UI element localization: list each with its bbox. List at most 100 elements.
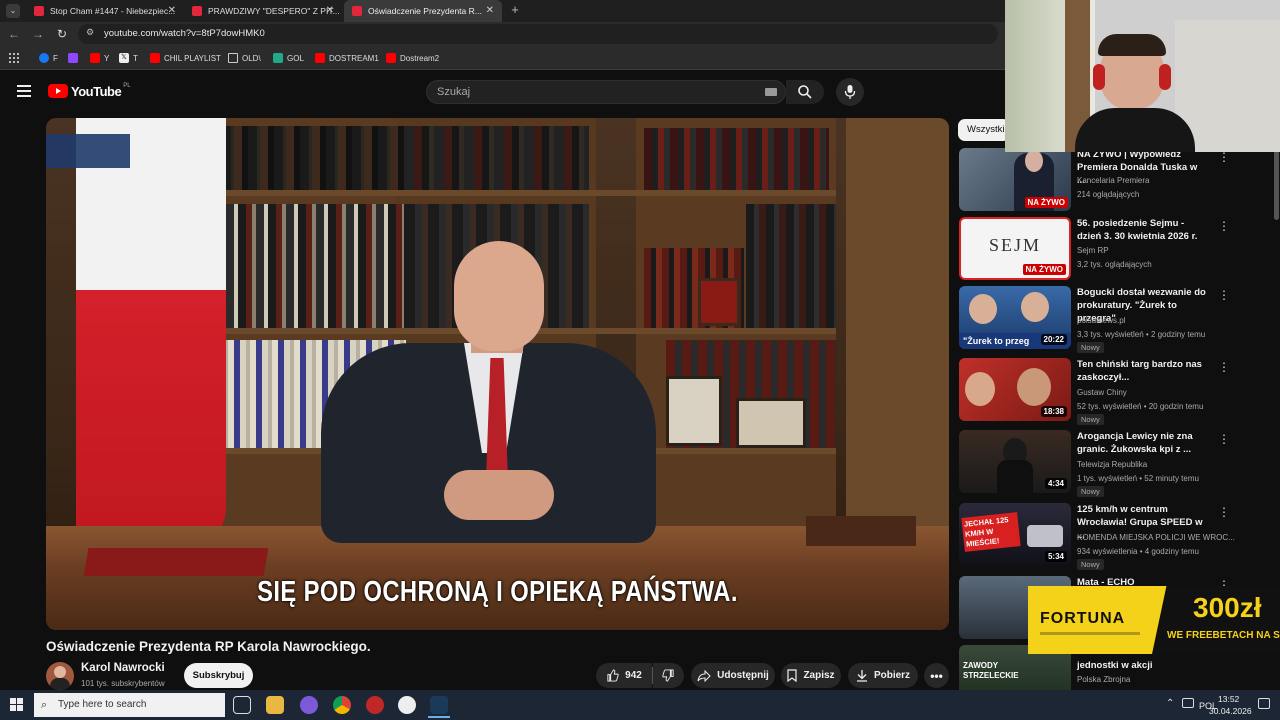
video-meta: 1 tys. wyświetleń • 52 minuty temu [1077,474,1199,483]
more-vertical-icon[interactable]: ⋮ [1218,360,1230,374]
video-thumbnail[interactable]: JECHAŁ 125 KM/H W MIEŚCIE! 5:34 [959,503,1071,566]
network-icon[interactable] [1182,698,1194,708]
channel-name[interactable]: Sejm RP [1077,246,1109,255]
notification-icon[interactable] [1258,698,1270,709]
share-button[interactable]: Udostępnij [691,663,775,688]
download-button[interactable]: Pobierz [848,663,918,688]
recommended-video[interactable]: 18:38 Ten chiński targ bardzo nas zaskoc… [959,358,1279,426]
recommended-video[interactable]: "Żurek to przeg 20:22 Bogucki dostał wez… [959,286,1279,354]
channel-name[interactable]: Kancelaria Premiera [1077,176,1149,185]
video-title: Oświadczenie Prezydenta RP Karola Nawroc… [46,639,371,654]
more-vertical-icon[interactable]: ⋮ [1218,505,1230,519]
region-label: PL [123,83,131,89]
video-meta: 214 oglądających [1077,190,1140,199]
video-thumbnail[interactable]: 4:34 [959,430,1071,493]
recommended-video[interactable]: NA ŻYWO NA ŻYWO | Wypowiedź Premiera Don… [959,148,1279,216]
bookmark-dostream1[interactable]: DOSTREAM1 [315,51,379,65]
discord-icon[interactable] [300,696,318,714]
channel-name[interactable]: KOMENDA MIEJSKA POLICJI WE WROC... [1077,533,1235,542]
video-title[interactable]: 56. posiedzenie Sejmu - dzień 3. 30 kwie… [1077,217,1207,243]
shelf-board [186,190,836,196]
steam-icon[interactable] [430,696,448,714]
video-thumbnail[interactable]: 18:38 [959,358,1071,421]
video-thumbnail[interactable]: "Żurek to przeg 20:22 [959,286,1071,349]
bookmark-dostream2[interactable]: Dostream2 [386,51,439,65]
share-label: Udostępnij [717,670,769,681]
dislike-button[interactable] [653,663,684,688]
channel-name[interactable]: Telewizja Republika [1077,460,1147,469]
close-tab-icon[interactable]: ✕ [168,5,176,16]
tray-chevron-icon[interactable]: ⌃ [1166,698,1174,709]
chrome-icon[interactable] [333,696,351,714]
hamburger-menu-icon[interactable] [17,85,31,97]
download-icon [856,670,867,682]
site-settings-icon[interactable]: ⚙ [86,27,94,38]
subscribe-button[interactable]: Subskrybuj [184,663,253,688]
video-thumbnail[interactable]: SEJM NA ŻYWO [959,217,1071,280]
chip-all[interactable]: Wszystki [958,119,1010,141]
more-vertical-icon[interactable]: ⋮ [1218,432,1230,446]
clock-date[interactable]: 30.04.2026 [1209,706,1252,716]
video-duration: 20:22 [1040,334,1067,345]
bookmark-gol[interactable]: GOL [273,51,304,65]
close-tab-icon[interactable]: ✕ [486,5,494,16]
apps-grid-icon[interactable] [9,53,19,63]
more-horizontal-icon: ••• [930,668,943,683]
video-meta: 52 tys. wyświetleń • 20 godzin temu [1077,402,1204,411]
recommended-video[interactable]: SEJM NA ŻYWO 56. posiedzenie Sejmu - dzi… [959,217,1279,285]
channel-name[interactable]: Karol Nawrocki [81,662,165,674]
new-tab-icon[interactable]: + [508,2,522,18]
recommended-video[interactable]: 4:34 Arogancja Lewicy nie zna granic. Żu… [959,430,1279,498]
bookmark-f[interactable]: F [39,51,58,65]
taskbar-search-input[interactable]: ⌕ Type here to search [34,693,225,717]
windows-start-icon[interactable] [10,698,23,711]
video-thumbnail[interactable]: NA ŻYWO [959,148,1071,211]
ad-brand: FORTUNA [1040,610,1126,627]
fortuna-ad-banner[interactable]: FORTUNA 300zł WE FREEBETACH NA STA [1028,586,1280,654]
youtube-icon [150,53,160,63]
video-title[interactable]: Ten chiński targ bardzo nas zaskoczył... [1077,358,1207,384]
channel-name[interactable]: Polska Zbrojna [1077,675,1130,684]
task-view-icon[interactable] [233,696,251,714]
channel-name[interactable]: polsatnews.pl [1077,316,1125,325]
more-vertical-icon[interactable]: ⋮ [1218,150,1230,164]
close-tab-icon[interactable]: ✕ [326,5,334,16]
bookmark-twitch[interactable] [68,51,82,65]
tab-prawdziwy-despero[interactable]: PRAWDZIWY "DESPERO" Z PIT... ✕ [184,0,342,22]
window-menu-icon[interactable]: ⌄ [6,4,20,18]
obs-icon[interactable] [366,696,384,714]
video-title[interactable]: jednostki w akcji [1077,659,1207,672]
more-vertical-icon[interactable]: ⋮ [1218,288,1230,302]
search-button[interactable] [786,80,824,104]
app-icon[interactable] [398,696,416,714]
bookmark-old[interactable]: OLD\ [228,51,261,65]
like-button[interactable]: 942 [596,663,652,688]
save-button[interactable]: Zapisz [781,663,841,688]
bookmark-chil-playlist[interactable]: CHIL PLAYLIST [150,51,221,65]
forward-icon[interactable]: → [30,26,46,42]
clock-time[interactable]: 13:52 [1218,694,1239,704]
url-field[interactable]: ⚙ youtube.com/watch?v=8tP7dowHMK0 [78,24,998,44]
reload-icon[interactable]: ↻ [54,26,70,42]
more-actions-button[interactable]: ••• [924,663,949,688]
back-icon[interactable]: ← [6,26,22,42]
recommended-video[interactable]: JECHAŁ 125 KM/H W MIEŚCIE! 5:34 125 km/h… [959,503,1279,571]
keyboard-icon[interactable] [765,88,777,96]
bookmark-y[interactable]: Y [90,51,109,65]
voice-search-button[interactable] [836,78,864,106]
search-input[interactable]: Szukaj [426,80,786,104]
channel-name[interactable]: Gustaw Chiny [1077,388,1127,397]
video-title[interactable]: Arogancja Lewicy nie zna granic. Żukowsk… [1077,430,1207,456]
tab-stop-cham[interactable]: Stop Cham #1447 - Niebezpiec... ✕ [26,0,184,22]
books-row [196,126,416,190]
youtube-logo[interactable]: YouTube PL [48,83,131,99]
speaker-head [454,241,544,351]
bookmark-t[interactable]: 𝕏T [119,51,138,65]
video-player[interactable]: SIĘ POD OCHRONĄ I OPIEKĄ PAŃSTWA. [46,118,949,630]
file-explorer-icon[interactable] [266,696,284,714]
channel-avatar[interactable] [46,662,74,690]
tab-oswiadczenie[interactable]: Oświadczenie Prezydenta R... ✕ [344,0,502,22]
more-vertical-icon[interactable]: ⋮ [1218,219,1230,233]
search-placeholder: Szukaj [437,86,471,98]
sidebar-scrollbar[interactable] [1274,150,1279,220]
